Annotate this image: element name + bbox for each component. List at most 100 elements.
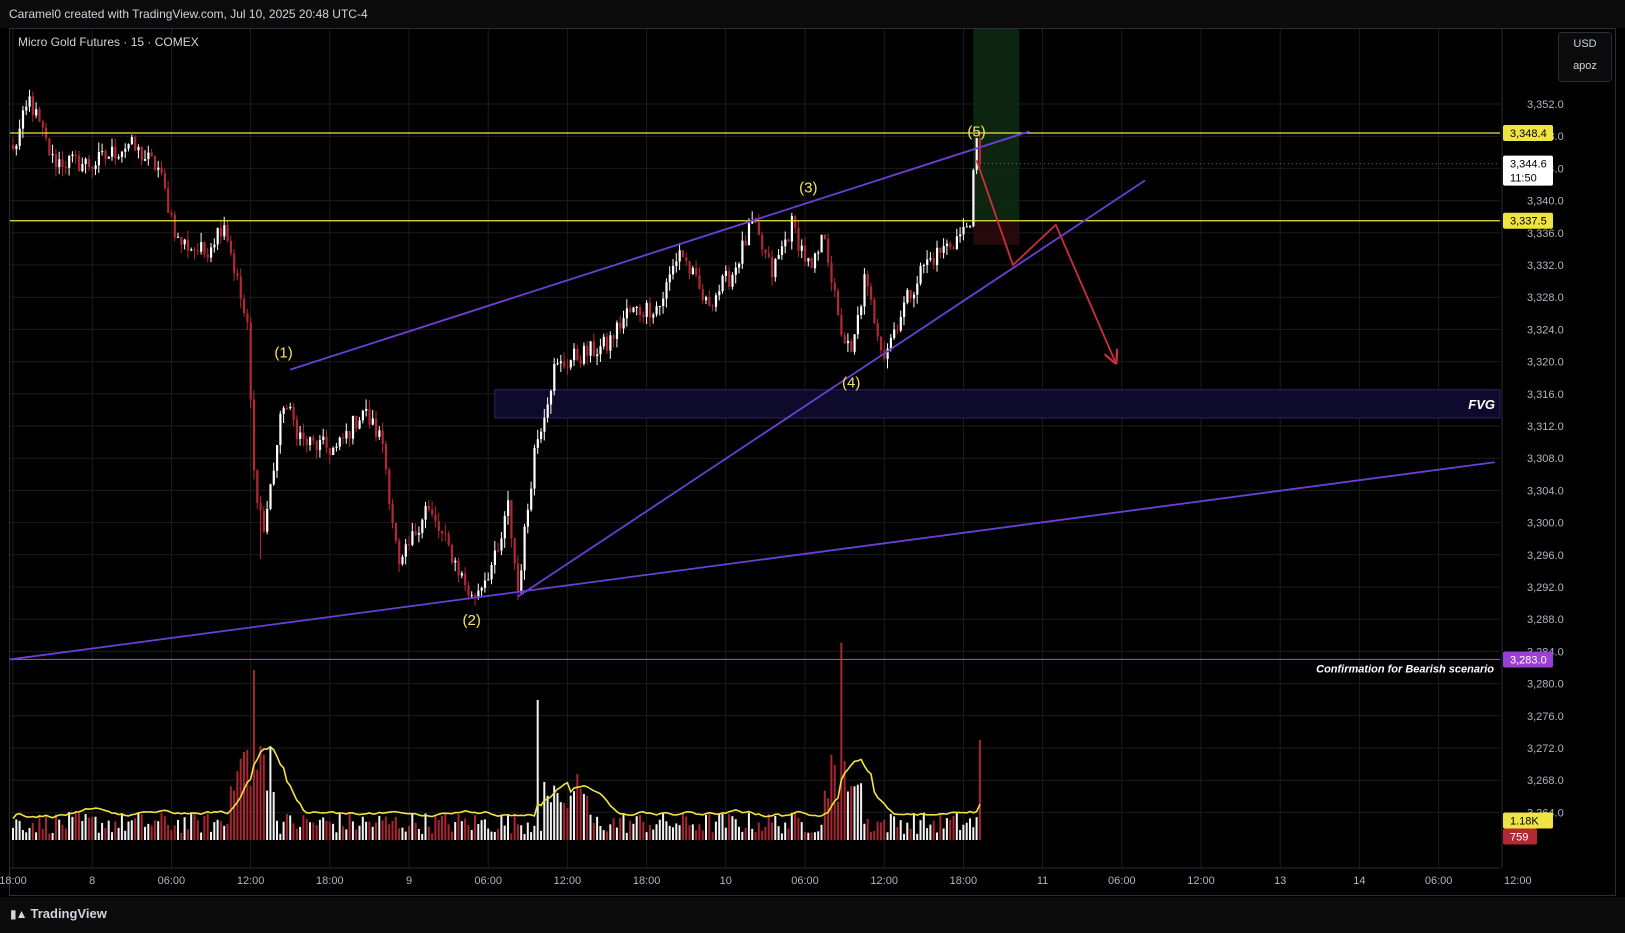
candle-body xyxy=(569,360,572,368)
volume-bar xyxy=(665,821,668,840)
volume-bar xyxy=(170,829,173,840)
volume-bar xyxy=(599,825,602,840)
volume-bar xyxy=(955,813,958,840)
volume-bar xyxy=(975,817,978,840)
candle-body xyxy=(421,519,424,533)
volume-bar xyxy=(678,825,681,840)
volume-bar xyxy=(863,823,866,840)
price-tag-label: 1.18K xyxy=(1510,815,1539,827)
volume-bar xyxy=(681,812,684,840)
candle-body xyxy=(695,268,698,276)
price-tick-label: 3,280.0 xyxy=(1527,679,1564,691)
volume-bar xyxy=(503,825,506,840)
candle-body xyxy=(21,110,25,129)
volume-bar xyxy=(101,822,104,840)
candle-body xyxy=(945,243,949,246)
candle-body xyxy=(348,431,351,439)
volume-bar xyxy=(945,818,948,840)
candle-body xyxy=(919,265,922,284)
volume-bar xyxy=(35,832,38,840)
candle-body xyxy=(190,249,193,251)
volume-bar xyxy=(549,802,552,840)
candle-body xyxy=(289,406,292,409)
candle-body xyxy=(962,227,965,235)
time-axis[interactable]: 18:00 8 06:00 12:00 18:00 9 06:00 12:00 18:00 10 0… xyxy=(0,867,1532,887)
volume-bar xyxy=(777,826,780,840)
candle-body xyxy=(342,437,345,439)
volume-bar xyxy=(441,815,443,840)
candle-body xyxy=(285,408,289,410)
candle-body xyxy=(216,227,219,245)
volume-bar xyxy=(147,823,150,840)
candle-body xyxy=(586,345,589,356)
candle-body xyxy=(64,166,67,168)
candle-body xyxy=(97,151,100,166)
candle-body xyxy=(424,505,427,520)
volume-bar xyxy=(629,820,632,840)
candle-body xyxy=(813,253,817,269)
candle-body xyxy=(437,521,440,531)
volume-bar xyxy=(526,822,529,840)
volume-bar xyxy=(569,795,572,840)
volume-bar xyxy=(157,821,160,840)
volume-bar xyxy=(246,750,249,840)
price-tick-label: 3,324.0 xyxy=(1527,324,1564,336)
candle-body xyxy=(837,290,840,316)
candle-body xyxy=(196,250,199,252)
price-axis[interactable]: 3,352.03,348.03,344.03,340.03,336.03,332… xyxy=(1501,29,1615,868)
volume-bar xyxy=(579,788,582,840)
volume-bar xyxy=(61,824,64,840)
candle-body xyxy=(592,341,595,357)
volume-bar xyxy=(724,827,727,840)
candle-body xyxy=(229,240,232,254)
volume-bar xyxy=(810,832,813,840)
candle-body xyxy=(431,509,434,515)
candle-body xyxy=(107,156,110,159)
volume-bar xyxy=(876,821,879,840)
currency-button[interactable]: USD apoz xyxy=(1558,32,1612,82)
candle-body xyxy=(936,247,939,266)
volume-bar xyxy=(84,814,87,840)
candle-body xyxy=(355,415,358,429)
candle-body xyxy=(632,307,635,312)
volume-bar xyxy=(259,745,262,840)
price-tick-label: 3,300.0 xyxy=(1527,518,1564,530)
volume-bar xyxy=(959,830,962,840)
tradingview-logo[interactable]: ▮▲ TradingView xyxy=(10,906,107,921)
trend-line xyxy=(9,461,1495,661)
candle-body xyxy=(691,268,694,274)
volume-bar xyxy=(233,790,236,840)
price-tick-label: 3,304.0 xyxy=(1527,485,1564,497)
candle-body xyxy=(134,137,137,151)
volume-bar xyxy=(28,827,31,840)
volume-bar xyxy=(889,813,892,840)
candle-body xyxy=(295,419,298,439)
volume-bar xyxy=(972,827,975,840)
volume-bar xyxy=(592,822,595,840)
volume-bar xyxy=(718,814,721,840)
volume-bar xyxy=(45,815,47,840)
volume-bar xyxy=(589,814,592,840)
time-tick-label: 11 xyxy=(1037,875,1048,887)
price-chart[interactable]: FVG Confirmation for Bearish scenario (1… xyxy=(0,0,1625,933)
time-tick-label: 12:00 xyxy=(870,875,898,887)
candle-body xyxy=(810,258,813,269)
symbol-title[interactable]: Micro Gold Futures · 15 · COMEX xyxy=(18,35,199,49)
candle-body xyxy=(368,408,371,425)
volume-bar xyxy=(711,832,714,840)
volume-bar xyxy=(328,821,331,840)
candle-body xyxy=(833,282,836,291)
volume-bar xyxy=(523,833,526,840)
candle-body xyxy=(91,166,94,169)
candle-body xyxy=(493,550,496,565)
volume-bar xyxy=(15,819,18,840)
candle-body xyxy=(780,246,784,255)
volume-bar xyxy=(823,790,826,840)
candle-body xyxy=(761,234,764,250)
volume-bar xyxy=(97,832,100,840)
candle-body xyxy=(764,249,767,254)
candle-body xyxy=(414,531,417,535)
volume-bar xyxy=(639,814,641,840)
candle-body xyxy=(747,223,751,246)
volume-bar xyxy=(896,827,899,840)
